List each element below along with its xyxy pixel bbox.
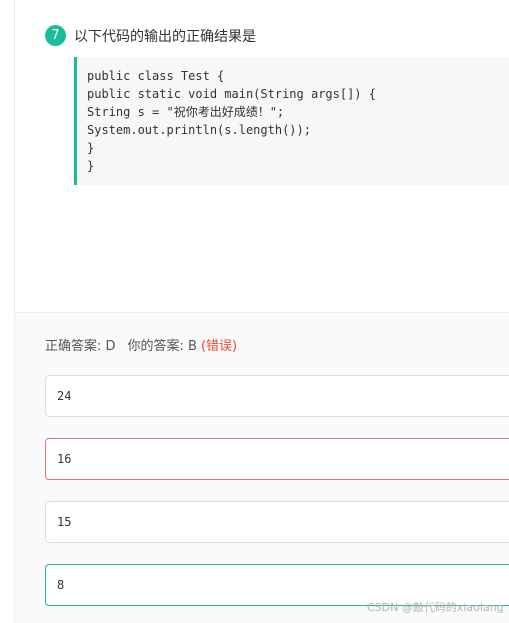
code-line: System.out.println(s.length());	[87, 123, 311, 137]
option-c[interactable]: 15	[45, 501, 509, 543]
question-header: 7 以下代码的输出的正确结果是	[45, 25, 256, 46]
correct-answer-label: 正确答案: D	[45, 339, 116, 354]
code-line: }	[87, 159, 95, 173]
code-block: public class Test { public static void m…	[74, 57, 509, 185]
quiz-page: 7 以下代码的输出的正确结果是 public class Test { publ…	[0, 0, 509, 623]
option-c-value: 15	[57, 515, 72, 529]
code-line: public class Test {	[87, 69, 225, 83]
option-b[interactable]: 16	[45, 438, 509, 480]
watermark: CSDN @敲代码的xiaolang	[367, 601, 504, 614]
answer-section: 正确答案: D 你的答案: B (错误) 24 16 15 8	[15, 312, 509, 623]
option-b-value: 16	[57, 452, 72, 466]
answer-status: (错误)	[200, 339, 238, 354]
code-line: public static void main(String args[]) {	[87, 87, 376, 101]
code-line: }	[87, 141, 95, 155]
option-d-value: 8	[57, 578, 65, 592]
your-answer-label: 你的答案: B	[127, 339, 197, 354]
code-line: String s = "祝你考出好成绩！";	[87, 105, 285, 119]
answer-summary: 正确答案: D 你的答案: B (错误)	[45, 335, 237, 354]
option-a-value: 24	[57, 389, 72, 403]
question-title: 以下代码的输出的正确结果是	[74, 28, 256, 45]
option-a[interactable]: 24	[45, 375, 509, 417]
question-number-badge: 7	[45, 25, 66, 46]
